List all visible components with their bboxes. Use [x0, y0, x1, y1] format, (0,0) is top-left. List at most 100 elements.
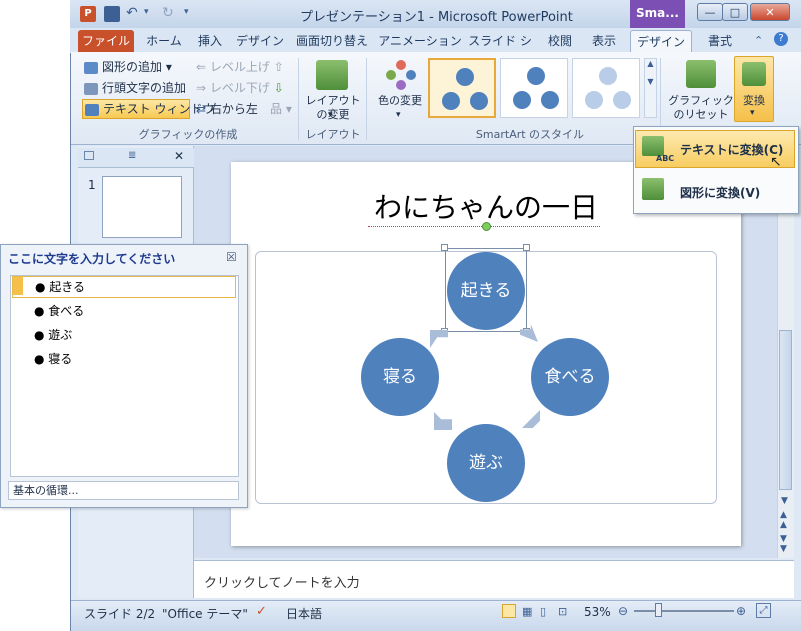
demote-button[interactable]: ⇒ レベル下げ ⇩ — [196, 78, 284, 98]
undo-dropdown-icon[interactable]: ▾ — [144, 7, 149, 17]
slide-sorter-icon[interactable]: ▦ — [522, 605, 532, 618]
convert-dropdown-icon: ▾ — [750, 108, 755, 118]
layout-options-icon[interactable]: 品 ▾ — [270, 99, 292, 119]
color-palette-icon — [386, 60, 416, 90]
add-shape-button[interactable]: 図形の追加 ▾ — [84, 57, 172, 77]
slideshow-view-icon[interactable]: ⊡ — [558, 605, 567, 618]
smartart-tools-context-label: Sma... — [630, 0, 685, 28]
slide-thumbnail[interactable] — [102, 176, 182, 238]
customize-qat-icon[interactable]: ▾ — [184, 7, 189, 17]
redo-icon[interactable]: ↻ — [162, 5, 174, 21]
normal-view-icon[interactable] — [502, 604, 516, 618]
tab-design[interactable]: デザイン — [232, 30, 288, 52]
next-slide-icon[interactable]: ▼ ▼ — [780, 534, 787, 554]
reset-graphic-button[interactable]: グラフィックのリセット — [666, 94, 736, 122]
close-pane-icon[interactable]: ✕ — [174, 149, 184, 163]
tab-transitions[interactable]: 画面切り替え — [292, 30, 372, 52]
reading-view-icon[interactable]: ▯ — [540, 605, 546, 618]
group-separator — [366, 58, 367, 140]
cycle-node-eat[interactable]: 食べる — [531, 338, 609, 416]
list-item[interactable]: ● 寝る — [12, 348, 236, 370]
add-bullet-button[interactable]: 行頭文字の追加 — [84, 78, 186, 98]
maximize-button[interactable]: □ — [722, 3, 748, 21]
add-shape-icon — [84, 61, 98, 74]
zoom-slider-thumb[interactable] — [655, 603, 662, 617]
cycle-node-play[interactable]: 遊ぶ — [447, 424, 525, 502]
scroll-down-icon[interactable]: ▼ — [781, 496, 788, 506]
change-layout-icon — [316, 60, 348, 90]
styles-gallery-scroll[interactable]: ▲ ▼ — [644, 58, 657, 118]
list-item[interactable]: ● 遊ぶ — [12, 324, 236, 346]
right-to-left-button[interactable]: ⇄ 右から左 — [196, 99, 258, 119]
previous-slide-icon[interactable]: ▲ ▲ — [780, 510, 787, 530]
move-up-icon: ⇧ — [273, 60, 284, 74]
mouse-cursor-icon: ↖ — [770, 154, 782, 170]
language-indicator[interactable]: 日本語 — [286, 605, 322, 622]
tab-view[interactable]: 表示 — [584, 30, 624, 52]
resize-handle[interactable] — [441, 244, 448, 251]
cycle-node-sleep[interactable]: 寝る — [361, 338, 439, 416]
smartart-style-intense[interactable] — [572, 58, 640, 118]
help-icon[interactable]: ? — [774, 32, 788, 46]
outline-tab-icon[interactable]: ≣ — [128, 150, 136, 161]
convert-to-shapes-label: 図形に変換(V) — [680, 186, 761, 200]
convert-to-text-icon — [642, 136, 664, 156]
cycle-node-wake[interactable]: 起きる — [447, 252, 525, 330]
list-item[interactable]: ● 起きる — [12, 276, 236, 298]
move-down-icon: ⇩ — [273, 81, 284, 95]
text-pane-icon — [85, 103, 99, 116]
text-pane-close-icon[interactable]: ☒ — [226, 250, 237, 264]
theme-name: "Office テーマ" — [162, 607, 248, 621]
fit-slide-icon[interactable]: ⤢ — [756, 603, 771, 618]
rotation-handle[interactable] — [482, 222, 491, 231]
tab-animations[interactable]: アニメーション — [378, 30, 462, 52]
right-to-left-icon: ⇄ — [196, 102, 207, 116]
convert-label: 変換 — [743, 94, 765, 107]
list-item[interactable]: ● 食べる — [12, 300, 236, 322]
slides-tab-icon[interactable] — [84, 151, 94, 160]
spellcheck-icon[interactable]: ✓ — [256, 604, 267, 619]
reset-graphic-icon — [686, 60, 716, 88]
change-layout-button[interactable]: レイアウトの変更 — [302, 94, 364, 122]
tab-smartart-design[interactable]: デザイン — [630, 30, 692, 52]
layouts-group-label: レイアウト — [305, 128, 361, 141]
tab-review[interactable]: 校閲 — [540, 30, 580, 52]
scroll-thumb[interactable] — [779, 330, 792, 490]
text-pane-button[interactable]: テキスト ウィンドウ — [82, 99, 214, 119]
change-colors-button[interactable]: 色の変更 — [372, 94, 428, 108]
slide-indicator: スライド 2/2 — [84, 607, 156, 621]
promote-button[interactable]: ⇐ レベル上げ ⇧ — [196, 57, 284, 77]
smartart-styles-group-label: SmartArt のスタイル — [475, 128, 585, 141]
powerpoint-logo-icon: P — [80, 6, 96, 22]
minimize-button[interactable]: — — [697, 3, 723, 21]
group-separator — [298, 58, 299, 140]
zoom-out-icon[interactable]: ⊖ — [618, 604, 628, 618]
tab-file[interactable]: ファイル — [78, 30, 134, 52]
layout-name-link[interactable]: 基本の循環... — [8, 481, 239, 500]
create-graphic-group-label: グラフィックの作成 — [138, 128, 238, 141]
smartart-style-moderate[interactable] — [500, 58, 568, 118]
convert-to-shapes-icon — [642, 178, 664, 200]
zoom-slider[interactable] — [634, 610, 734, 612]
smartart-style-simple[interactable] — [428, 58, 496, 118]
convert-to-text-label: テキストに変換(C) — [680, 143, 784, 157]
resize-handle[interactable] — [523, 244, 530, 251]
zoom-level[interactable]: 53% — [584, 605, 611, 619]
zoom-in-icon[interactable]: ⊕ — [736, 604, 746, 618]
slide-number: 1 — [88, 178, 96, 192]
minimize-ribbon-icon[interactable]: ⌃ — [754, 34, 763, 47]
active-item-marker — [13, 277, 23, 295]
change-colors-dropdown-icon[interactable]: ▾ — [396, 110, 401, 120]
save-icon[interactable] — [104, 6, 120, 22]
window-title: プレゼンテーション1 - Microsoft PowerPoint — [300, 10, 573, 25]
tab-slideshow[interactable]: スライド ショー — [464, 30, 536, 70]
tab-insert[interactable]: 挿入 — [190, 30, 230, 52]
tab-home[interactable]: ホーム — [140, 30, 188, 52]
notes-placeholder[interactable]: クリックしてノートを入力 — [204, 572, 360, 591]
change-layout-dropdown-icon[interactable]: ▾ — [328, 110, 333, 120]
undo-icon[interactable]: ↶ — [126, 5, 138, 21]
text-pane-title: ここに文字を入力してください — [8, 252, 176, 266]
tab-format[interactable]: 書式 — [696, 30, 744, 52]
convert-icon — [742, 62, 766, 86]
close-button[interactable]: ✕ — [750, 3, 790, 21]
